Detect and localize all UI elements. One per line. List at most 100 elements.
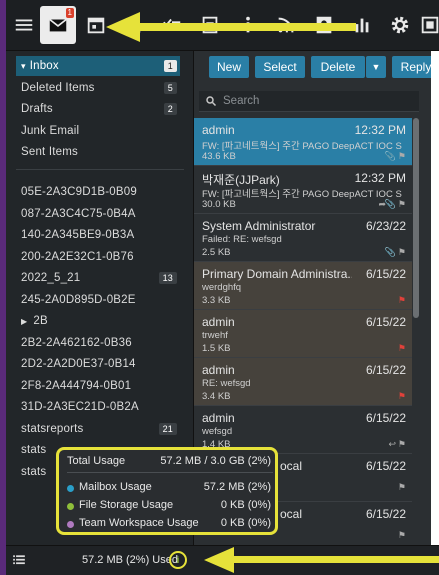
unread-count: 2: [163, 103, 177, 115]
folder-label: Deleted Items: [21, 82, 95, 94]
expand-arrow-icon[interactable]: ▾: [21, 61, 26, 72]
info-glyph-icon: i: [176, 555, 180, 565]
folder-label: 2022_5_21: [21, 272, 81, 284]
message-time: 12:32 PM: [354, 171, 406, 185]
folder-item[interactable]: 245-2A0D895D-0B2E: [16, 290, 180, 310]
list-item[interactable]: admin 12:32 PM FW: [파고네트웍스] 주간 PAGO Deep…: [194, 118, 412, 166]
message-subject: werdghfq: [202, 282, 242, 293]
folder-label: Inbox: [29, 60, 59, 72]
list-item[interactable]: Primary Domain Administra... 6/15/22 wer…: [194, 262, 412, 310]
message-sender: Primary Domain Administra...: [202, 267, 352, 281]
message-size: 1.5 KB: [202, 343, 231, 354]
folder-item[interactable]: 087-2A3C4C75-0B4A: [16, 204, 180, 224]
delete-dropdown-button[interactable]: ▼: [366, 56, 386, 78]
storage-usage-popup: Total Usage 57.2 MB / 3.0 GB (2%) Mailbo…: [56, 447, 278, 535]
apps-icon[interactable]: [418, 6, 439, 44]
usage-value: 0 KB (0%): [220, 499, 271, 511]
folder-label: 2B2-2A462162-0B36: [21, 337, 132, 349]
list-item[interactable]: admin 6/15/22 RE: wefsgd 3.4 KB ⚑: [194, 358, 412, 406]
mail-app: 1 ▾ Inbox 1 Deleted Items 5 Drafts 2 Jun…: [6, 0, 439, 575]
folder-deleted-items[interactable]: Deleted Items 5: [16, 78, 180, 98]
flag-icon[interactable]: ⚑: [398, 151, 406, 162]
search-icon: [206, 96, 217, 107]
message-time: 6/15/22: [365, 267, 406, 281]
folder-item[interactable]: 2D2-2A2D0E37-0B14: [16, 354, 180, 374]
team-workspace-usage-row: Team Workspace Usage 0 KB (0%): [67, 516, 273, 532]
usage-label: Mailbox Usage: [79, 481, 152, 493]
attachment-icon: 📎: [384, 151, 396, 161]
flag-icon[interactable]: ⚑: [398, 439, 406, 450]
usage-label: File Storage Usage: [79, 499, 174, 511]
list-item[interactable]: System Administrator 6/23/22 Failed: RE:…: [194, 214, 412, 262]
file-storage-usage-row: File Storage Usage 0 KB (0%): [67, 498, 273, 514]
folder-drafts[interactable]: Drafts 2: [16, 99, 180, 119]
delete-button[interactable]: Delete: [311, 56, 365, 78]
search-input[interactable]: Search: [199, 91, 419, 112]
folder-label: 31D-2A3EC21D-0B2A: [21, 401, 139, 413]
file-storage-color-dot: [67, 503, 74, 510]
scrollbar[interactable]: [413, 118, 419, 318]
folder-label: 2F8-2A444794-0B01: [21, 380, 132, 392]
folder-item[interactable]: 140-2A345BE9-0B3A: [16, 225, 180, 245]
chevron-down-icon: ▼: [371, 62, 381, 72]
flag-icon[interactable]: ⚑: [398, 343, 406, 354]
reading-pane: [431, 51, 439, 545]
folder-label: stats: [21, 466, 47, 478]
folder-item[interactable]: 2022_5_21 13: [16, 268, 180, 288]
flag-icon[interactable]: ⚑: [398, 391, 406, 402]
list-view-icon[interactable]: [12, 553, 26, 572]
menu-icon[interactable]: [6, 6, 42, 44]
message-size: 3.3 KB: [202, 295, 231, 306]
message-size: 30.0 KB: [202, 199, 236, 210]
mail-icon[interactable]: 1: [40, 6, 76, 44]
flag-icon[interactable]: ⚑: [398, 530, 406, 541]
flag-icon[interactable]: ⚑: [398, 482, 406, 493]
folder-item[interactable]: 2F8-2A444794-0B01: [16, 376, 180, 396]
flag-icon[interactable]: ⚑: [398, 199, 406, 210]
usage-status-text: 57.2 MB (2%) Used: [82, 554, 178, 566]
folder-item[interactable]: 200-2A2E32C1-0B76: [16, 247, 180, 267]
list-item[interactable]: admin 6/15/22 trwehf 1.5 KB ⚑: [194, 310, 412, 358]
flag-icon[interactable]: ⚑: [398, 247, 406, 258]
gear-icon[interactable]: [382, 6, 418, 44]
divider: [16, 169, 184, 170]
usage-info-icon[interactable]: i: [169, 551, 187, 569]
reply-icon: ↩: [388, 439, 396, 449]
folder-item[interactable]: 05E-2A3C9D1B-0B09: [16, 182, 180, 202]
folder-item[interactable]: statsreports 21: [16, 419, 180, 439]
usage-label: Team Workspace Usage: [79, 517, 199, 529]
total-usage-value: 57.2 MB / 3.0 GB (2%): [160, 455, 271, 467]
attachment-icon: 📎: [384, 247, 396, 257]
message-sender: admin: [202, 411, 235, 425]
new-button[interactable]: New: [209, 56, 249, 78]
folder-item[interactable]: 2B2-2A462162-0B36: [16, 333, 180, 353]
folder-label: Junk Email: [21, 125, 80, 137]
team-workspace-color-dot: [67, 521, 74, 528]
folder-item[interactable]: ▶ 2B: [16, 311, 180, 331]
unread-badge: 1: [65, 8, 74, 18]
total-usage-row: Total Usage 57.2 MB / 3.0 GB (2%): [67, 454, 273, 470]
message-subject: RE: wefsgd: [202, 378, 251, 389]
folder-label: 2D2-2A2D0E37-0B14: [21, 358, 136, 370]
chevron-right-icon[interactable]: ▶: [21, 317, 27, 326]
mailbox-color-dot: [67, 485, 74, 492]
folder-junk-email[interactable]: Junk Email: [16, 121, 180, 141]
folder-inbox[interactable]: ▾ Inbox 1: [16, 56, 180, 76]
message-sender: System Administrator: [202, 219, 316, 233]
folder-sent-items[interactable]: Sent Items: [16, 142, 180, 162]
folder-item[interactable]: 31D-2A3EC21D-0B2A: [16, 397, 180, 417]
message-time: 6/15/22: [365, 459, 406, 473]
message-subject: FW: [파고네트웍스] 주간 PAGO DeepACT IOC Sh...: [202, 189, 402, 200]
message-subject: Failed: RE: wefsgd: [202, 234, 282, 245]
divider: [67, 472, 273, 473]
total-usage-label: Total Usage: [67, 455, 126, 467]
folder-label: Drafts: [21, 103, 53, 115]
flag-icon[interactable]: ⚑: [398, 295, 406, 306]
list-item[interactable]: 박재준(JJPark) 12:32 PM FW: [파고네트웍스] 주간 PAG…: [194, 166, 412, 214]
folder-label: 200-2A2E32C1-0B76: [21, 251, 134, 263]
folder-label: 140-2A345BE9-0B3A: [21, 229, 135, 241]
message-sender: admin: [202, 123, 235, 137]
select-button[interactable]: Select: [255, 56, 305, 78]
unread-count: 21: [158, 423, 177, 435]
unread-count: 5: [163, 82, 177, 94]
